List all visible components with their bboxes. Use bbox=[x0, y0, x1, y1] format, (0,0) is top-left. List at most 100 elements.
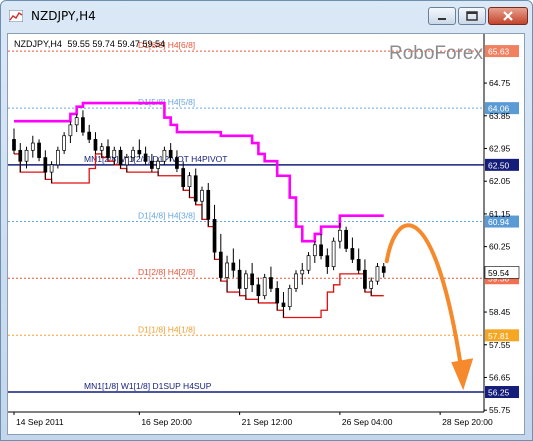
candle-body bbox=[175, 157, 179, 169]
candle-body bbox=[300, 269, 305, 275]
candle-body bbox=[162, 149, 167, 162]
price-tag-text: 62.50 bbox=[488, 160, 510, 170]
chart-window: NZDJPY,H4 D1[6/8] H4[6/8] 65.63 D1[5/8] H4… bbox=[0, 0, 533, 441]
candle-body bbox=[193, 175, 198, 202]
maximize-icon bbox=[466, 11, 478, 21]
price-tag-text: 65.63 bbox=[488, 47, 510, 57]
maximize-button[interactable] bbox=[458, 7, 486, 25]
candle-body bbox=[331, 240, 336, 267]
candle-body bbox=[18, 149, 23, 162]
candle-body bbox=[112, 149, 117, 158]
candle-body bbox=[319, 244, 323, 257]
price-chart[interactable]: D1[6/8] H4[6/8]65.63D1[5/8] H4[5/8]64.06… bbox=[8, 34, 525, 435]
window-title: NZDJPY,H4 bbox=[31, 9, 96, 23]
candle-body bbox=[143, 153, 148, 162]
candle-body bbox=[137, 149, 142, 155]
candle-body bbox=[312, 244, 317, 257]
candle bbox=[344, 226, 348, 253]
candle-body bbox=[168, 149, 173, 158]
candle-body bbox=[24, 149, 29, 162]
ohlc-values: 59.55 59.74 59.47 59.54 bbox=[67, 39, 165, 49]
candle-body bbox=[363, 269, 367, 289]
candle-body bbox=[99, 146, 104, 151]
candle-body bbox=[212, 219, 217, 253]
candle-body bbox=[350, 248, 355, 260]
time-tick-label: 28 Sep 20:00 bbox=[442, 417, 493, 427]
current-price-text: 59.54 bbox=[488, 268, 510, 278]
candle-body bbox=[338, 229, 342, 242]
candle-body bbox=[281, 302, 286, 307]
candle-body bbox=[381, 266, 386, 273]
time-tick-label: 21 Sep 12:00 bbox=[242, 417, 293, 427]
candle-body bbox=[87, 131, 92, 140]
candle-body bbox=[244, 273, 248, 289]
price-tick-label: 61.15 bbox=[489, 209, 511, 219]
candle-body bbox=[43, 157, 48, 173]
candle-body bbox=[181, 168, 186, 188]
candle-body bbox=[81, 117, 85, 133]
symbol-timeframe: NZDJPY,H4 bbox=[14, 39, 62, 49]
title-bar[interactable]: NZDJPY,H4 bbox=[1, 1, 532, 31]
candle-body bbox=[118, 149, 123, 166]
candle-body bbox=[37, 142, 41, 158]
candle-body bbox=[200, 189, 204, 202]
price-tag: 56.25 bbox=[485, 386, 519, 399]
candle-body bbox=[262, 277, 267, 297]
chart-area[interactable]: D1[6/8] H4[6/8] 65.63 D1[5/8] H4[5/8] 64.06… bbox=[7, 33, 525, 435]
price-tick-label: 64.75 bbox=[489, 78, 511, 88]
candle-body bbox=[344, 229, 348, 249]
candle-body bbox=[156, 160, 160, 169]
chart-header: NZDJPY,H4 59.55 59.74 59.47 59.54 bbox=[14, 39, 165, 49]
level-label: D1[2/8] H4[2/8] bbox=[138, 267, 195, 277]
candle-body bbox=[106, 146, 110, 158]
time-tick-label: 14 Sep 2011 bbox=[16, 417, 64, 427]
candle-body bbox=[269, 277, 273, 289]
roboforex-watermark: RoboForex bbox=[389, 43, 483, 64]
candle-body bbox=[275, 288, 280, 304]
candle-body bbox=[256, 284, 261, 297]
time-tick-label: 26 Sep 04:00 bbox=[342, 417, 393, 427]
candle-body bbox=[124, 157, 129, 166]
level-label: MN1[2/8] W1[2/8] D1PIVOT H4PIVOT bbox=[84, 154, 227, 164]
price-tick-label: 62.95 bbox=[489, 143, 511, 153]
candle-body bbox=[287, 288, 292, 307]
current-price-tag: 59.54 bbox=[484, 266, 520, 279]
candle bbox=[262, 273, 267, 300]
price-tick-label: 57.55 bbox=[489, 340, 511, 350]
price-tag-text: 56.25 bbox=[488, 388, 510, 398]
candle-body bbox=[375, 266, 380, 282]
candle-body bbox=[369, 280, 374, 289]
candle-body bbox=[237, 269, 242, 289]
price-tag: 65.63 bbox=[485, 45, 519, 58]
candle-body bbox=[187, 175, 192, 188]
minimize-button[interactable] bbox=[428, 7, 456, 25]
close-icon bbox=[503, 11, 513, 21]
chart-icon bbox=[9, 10, 23, 22]
candle-body bbox=[74, 117, 79, 126]
candle-body bbox=[250, 273, 254, 286]
candle-body bbox=[56, 149, 60, 166]
candle bbox=[287, 284, 292, 311]
price-tick-label: 60.25 bbox=[489, 242, 511, 252]
candle-body bbox=[93, 139, 98, 151]
candle-body bbox=[206, 189, 211, 220]
price-tick-label: 63.85 bbox=[489, 111, 511, 121]
close-button[interactable] bbox=[488, 7, 528, 25]
price-tick-label: 58.45 bbox=[489, 307, 511, 317]
price-tick-label: 55.75 bbox=[489, 405, 511, 415]
candle-body bbox=[150, 160, 154, 169]
candle-body bbox=[49, 164, 54, 173]
candle-body bbox=[68, 124, 73, 137]
price-tick-label: 56.65 bbox=[489, 372, 511, 382]
price-tag: 62.50 bbox=[485, 158, 519, 171]
price-tick-label: 62.05 bbox=[489, 176, 511, 186]
level-label: D1[1/8] H4[1/8] bbox=[138, 324, 195, 334]
level-label: MN1[1/8] W1[1/8] D1SUP H4SUP bbox=[84, 381, 212, 391]
candle-body bbox=[294, 273, 298, 289]
minimize-icon bbox=[438, 18, 446, 20]
candle-body bbox=[231, 262, 236, 271]
candle bbox=[331, 237, 336, 271]
candle-body bbox=[325, 255, 330, 267]
candle-body bbox=[356, 258, 361, 271]
candle-body bbox=[30, 142, 35, 151]
